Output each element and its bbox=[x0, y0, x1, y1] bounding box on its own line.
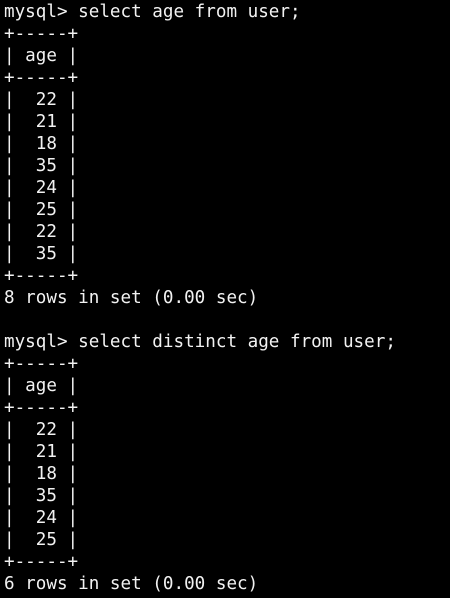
table-row: | 24 | bbox=[4, 508, 79, 528]
table-border: +-----+ bbox=[4, 266, 79, 286]
table-row: | 35 | bbox=[4, 156, 79, 176]
table-row: | 22 | bbox=[4, 90, 79, 110]
command-line: mysql> select age from user; bbox=[4, 2, 301, 22]
table-row: | 35 | bbox=[4, 486, 79, 506]
table-row: | 24 | bbox=[4, 178, 79, 198]
table-row: | 35 | bbox=[4, 244, 79, 264]
table-row: | 22 | bbox=[4, 420, 79, 440]
table-row: | 18 | bbox=[4, 134, 79, 154]
table-border: +-----+ bbox=[4, 68, 79, 88]
table-row: | 22 | bbox=[4, 222, 79, 242]
command-line: mysql> select distinct age from user; bbox=[4, 332, 396, 352]
table-header: | age | bbox=[4, 46, 79, 66]
table-row: | 21 | bbox=[4, 442, 79, 462]
table-row: | 18 | bbox=[4, 464, 79, 484]
table-border: +-----+ bbox=[4, 552, 79, 572]
result-summary: 8 rows in set (0.00 sec) bbox=[4, 288, 259, 308]
terminal-window[interactable]: mysql> select age from user; +-----+ | a… bbox=[0, 0, 450, 598]
table-border: +-----+ bbox=[4, 398, 79, 418]
result-summary: 6 rows in set (0.00 sec) bbox=[4, 574, 259, 594]
table-border: +-----+ bbox=[4, 24, 79, 44]
table-row: | 25 | bbox=[4, 530, 79, 550]
table-row: | 21 | bbox=[4, 112, 79, 132]
table-header: | age | bbox=[4, 376, 79, 396]
table-border: +-----+ bbox=[4, 354, 79, 374]
table-row: | 25 | bbox=[4, 200, 79, 220]
